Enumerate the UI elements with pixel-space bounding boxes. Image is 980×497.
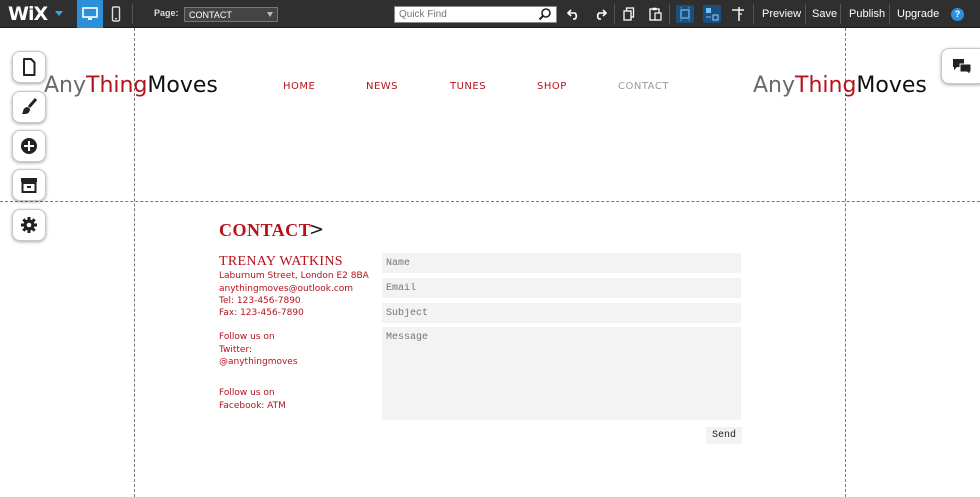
toolbar-divider xyxy=(889,4,890,24)
gridlines-toggle-icon[interactable] xyxy=(676,5,694,23)
contact-fax: Fax: 123-456-7890 xyxy=(219,308,304,318)
name-field[interactable] xyxy=(382,253,741,273)
desktop-view-button[interactable] xyxy=(77,0,103,28)
nav-news[interactable]: NEWS xyxy=(366,81,398,92)
send-button[interactable]: Send xyxy=(706,427,742,444)
design-button[interactable] xyxy=(12,91,46,123)
wix-menu-caret-icon[interactable] xyxy=(55,11,63,16)
nav-shop[interactable]: SHOP xyxy=(537,81,567,92)
pages-button[interactable] xyxy=(12,51,46,83)
snap-toggle-icon[interactable] xyxy=(703,5,721,23)
header-guide-line xyxy=(0,201,980,202)
page-label: Page: xyxy=(154,8,179,18)
toolbar-divider xyxy=(669,4,670,24)
facebook-link[interactable]: Facebook: ATM xyxy=(219,401,286,411)
chevron-down-icon xyxy=(267,12,273,17)
toolbar-divider xyxy=(805,4,806,24)
contact-name: TRENAY WATKINS xyxy=(219,254,343,269)
contact-address: Laburnum Street, London E2 8BA xyxy=(219,271,369,281)
twitter-handle[interactable]: @anythingmoves xyxy=(219,357,298,367)
upgrade-button[interactable]: Upgrade xyxy=(897,8,939,20)
contact-heading: CONTACT xyxy=(219,220,312,240)
publish-button[interactable]: Publish xyxy=(849,8,885,20)
plus-circle-icon xyxy=(21,138,37,154)
ruler-icon[interactable] xyxy=(729,5,747,23)
copy-icon[interactable] xyxy=(620,5,638,23)
nav-home[interactable]: HOME xyxy=(283,81,315,92)
logo-any: Any xyxy=(44,73,87,98)
redo-icon[interactable] xyxy=(591,5,609,23)
settings-button[interactable] xyxy=(12,209,46,241)
follow-label-facebook: Follow us on xyxy=(219,388,275,398)
chat-button[interactable] xyxy=(941,48,980,84)
toolbar-divider xyxy=(840,4,841,24)
contact-email[interactable]: anythingmoves@outlook.com xyxy=(219,284,353,294)
site-logo-right[interactable]: AnyThingMoves xyxy=(753,73,927,99)
search-icon[interactable] xyxy=(538,7,552,26)
toolbar-divider xyxy=(614,4,615,24)
app-market-button[interactable] xyxy=(12,169,46,201)
page-selector[interactable]: CONTACT xyxy=(184,7,278,22)
mobile-icon xyxy=(111,6,121,22)
save-button[interactable]: Save xyxy=(812,8,837,20)
desktop-icon xyxy=(82,7,98,20)
chat-bubbles-icon xyxy=(952,59,971,75)
toolbar-divider xyxy=(132,4,133,24)
logo-thing: Thing xyxy=(86,73,148,98)
page-selector-value: CONTACT xyxy=(189,10,232,20)
page-icon xyxy=(23,58,36,76)
store-icon xyxy=(21,178,37,193)
logo-moves: Moves xyxy=(147,73,218,98)
site-logo[interactable]: AnyThingMoves xyxy=(44,73,218,99)
follow-label-twitter: Follow us on xyxy=(219,332,275,342)
nav-tunes[interactable]: TUNES xyxy=(450,81,486,92)
contact-arrow: > xyxy=(309,219,325,240)
contact-tel: Tel: 123-456-7890 xyxy=(219,296,301,306)
logo-moves: Moves xyxy=(856,73,927,98)
toolbar-divider xyxy=(753,4,754,24)
nav-contact[interactable]: CONTACT xyxy=(618,81,669,92)
paste-icon[interactable] xyxy=(646,5,664,23)
twitter-label: Twitter: xyxy=(219,345,253,355)
email-field[interactable] xyxy=(382,278,741,298)
help-icon[interactable]: ? xyxy=(951,8,964,21)
add-button[interactable] xyxy=(12,130,46,162)
paintbrush-icon xyxy=(22,98,38,114)
logo-any: Any xyxy=(753,73,796,98)
wix-logo[interactable]: WiX xyxy=(8,3,48,25)
logo-thing: Thing xyxy=(795,73,857,98)
editor-toolbar: WiX Page: CONTACT Preview Save Publish xyxy=(0,0,980,28)
preview-button[interactable]: Preview xyxy=(762,8,801,20)
subject-field[interactable] xyxy=(382,303,741,323)
gear-icon xyxy=(21,217,37,233)
undo-icon[interactable] xyxy=(565,5,583,23)
message-field[interactable] xyxy=(382,327,741,420)
quick-find-input[interactable] xyxy=(394,6,557,23)
mobile-view-button[interactable] xyxy=(103,0,129,28)
